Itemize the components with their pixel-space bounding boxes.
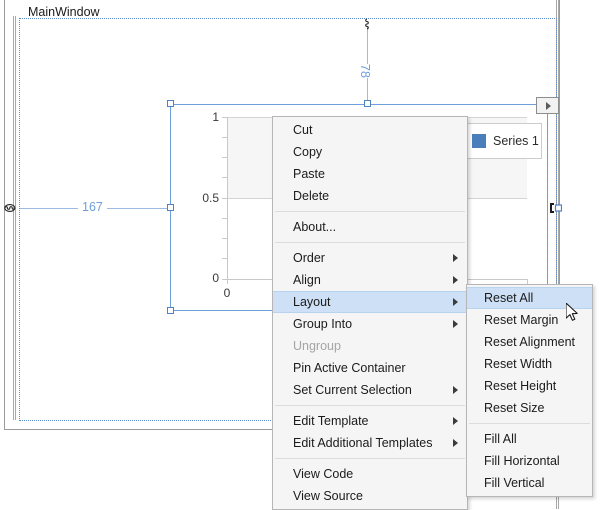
chart-y-tick [222,137,227,138]
chart-y-tick-label: 1 [212,110,219,124]
chart-legend: Series 1 [462,123,542,159]
submenu-item-reset-size[interactable]: Reset Size [467,397,592,419]
chevron-right-icon [453,276,458,284]
chevron-right-icon [453,298,458,306]
chain-link-icon-top[interactable] [360,17,374,31]
menu-separator [275,242,465,243]
menu-item-label: View Source [293,489,363,503]
chart-y-tick-label: 0.5 [202,191,219,205]
chevron-right-icon [453,386,458,394]
chart-y-tick [222,258,227,259]
submenu-item-reset-height[interactable]: Reset Height [467,375,592,397]
menu-item-label: Reset Margin [484,313,559,327]
menu-item-label: About... [293,220,337,234]
menu-separator [275,458,465,459]
chevron-right-icon [453,320,458,328]
chart-y-tick [222,198,227,199]
menu-item-label: Group Into [293,317,353,331]
menu-item-delete[interactable]: Delete [273,185,467,207]
menu-item-paste[interactable]: Paste [273,163,467,185]
menu-item-label: Copy [293,145,323,159]
menu-separator [275,211,465,212]
submenu-item-reset-alignment[interactable]: Reset Alignment [467,331,592,353]
chevron-right-icon [453,417,458,425]
menu-item-label: Edit Additional Templates [293,436,433,450]
menu-item-copy[interactable]: Copy [273,141,467,163]
chevron-right-icon [453,439,458,447]
submenu-item-fill-horizontal[interactable]: Fill Horizontal [467,450,592,472]
menu-item-layout[interactable]: Layout [273,291,467,313]
menu-item-group-into[interactable]: Group Into [273,313,467,335]
menu-separator [275,405,465,406]
menu-item-pin-active-container[interactable]: Pin Active Container [273,357,467,379]
window-title-label: MainWindow [28,5,100,19]
menu-item-edit-additional-templates[interactable]: Edit Additional Templates [273,432,467,454]
menu-item-edit-template[interactable]: Edit Template [273,410,467,432]
menu-item-label: Cut [293,123,313,137]
menu-item-label: View Code [293,467,354,481]
submenu-item-fill-vertical[interactable]: Fill Vertical [467,472,592,494]
context-menu[interactable]: Cut Copy Paste Delete About... Order Align Layo… [272,116,468,510]
menu-item-label: Delete [293,189,330,203]
left-grid-rail[interactable] [13,16,16,420]
resize-handle-top-left[interactable] [167,100,174,107]
menu-item-label: Align [293,273,321,287]
chart-x-tick-label: 0 [223,286,231,300]
chain-link-icon-right[interactable] [548,201,562,215]
chart-x-tick [227,279,228,284]
resize-handle-top-center[interactable] [364,100,371,107]
menu-item-cut[interactable]: Cut [273,119,467,141]
menu-item-set-current-selection[interactable]: Set Current Selection [273,379,467,401]
legend-item: Series 1 [472,134,539,148]
layout-submenu[interactable]: Reset All Reset Margin Reset Alignment Rese… [466,284,593,497]
menu-separator [469,423,590,424]
menu-item-view-source[interactable]: View Source [273,485,467,507]
menu-item-label: Reset All [484,291,534,305]
submenu-item-reset-width[interactable]: Reset Width [467,353,592,375]
chevron-right-icon [453,254,458,262]
legend-series-label: Series 1 [493,134,539,148]
menu-item-label: Edit Template [293,414,369,428]
submenu-item-reset-margin[interactable]: Reset Margin [467,309,592,331]
chart-y-tick [222,177,227,178]
menu-item-label: Fill All [484,432,517,446]
menu-item-label: Fill Vertical [484,476,545,490]
menu-item-about[interactable]: About... [273,216,467,238]
menu-item-label: Ungroup [293,339,341,353]
menu-item-label: Reset Alignment [484,335,576,349]
resize-handle-bottom-left[interactable] [167,307,174,314]
chart-y-tick [222,238,227,239]
chart-y-tick [222,218,227,219]
triangle-right-icon [546,102,551,110]
menu-item-label: Reset Height [484,379,557,393]
menu-item-label: Paste [293,167,325,181]
chart-y-tick [222,117,227,118]
resize-handle-mid-left[interactable] [167,204,174,211]
menu-item-label: Reset Width [484,357,553,371]
left-margin-value: 167 [78,200,107,214]
menu-item-label: Fill Horizontal [484,454,560,468]
menu-item-label: Reset Size [484,401,545,415]
menu-item-label: Layout [293,295,331,309]
chart-y-axis [227,117,228,280]
menu-item-view-code[interactable]: View Code [273,463,467,485]
chart-y-tick-label: 0 [212,271,219,285]
submenu-item-reset-all[interactable]: Reset All [467,287,592,309]
chain-link-icon-left[interactable] [2,201,18,215]
menu-item-ungroup: Ungroup [273,335,467,357]
menu-item-align[interactable]: Align [273,269,467,291]
menu-item-label: Order [293,251,325,265]
menu-item-order[interactable]: Order [273,247,467,269]
menu-item-label: Pin Active Container [293,361,406,375]
designer-root: MainWindow 78 167 1 0.5 0 0 Series 1 Cut… [0,0,601,510]
chart-y-tick [222,157,227,158]
smart-tag-button[interactable] [536,97,559,114]
menu-item-label: Set Current Selection [293,383,412,397]
submenu-item-fill-all[interactable]: Fill All [467,428,592,450]
legend-color-swatch [472,134,486,148]
top-margin-value: 78 [355,64,374,78]
